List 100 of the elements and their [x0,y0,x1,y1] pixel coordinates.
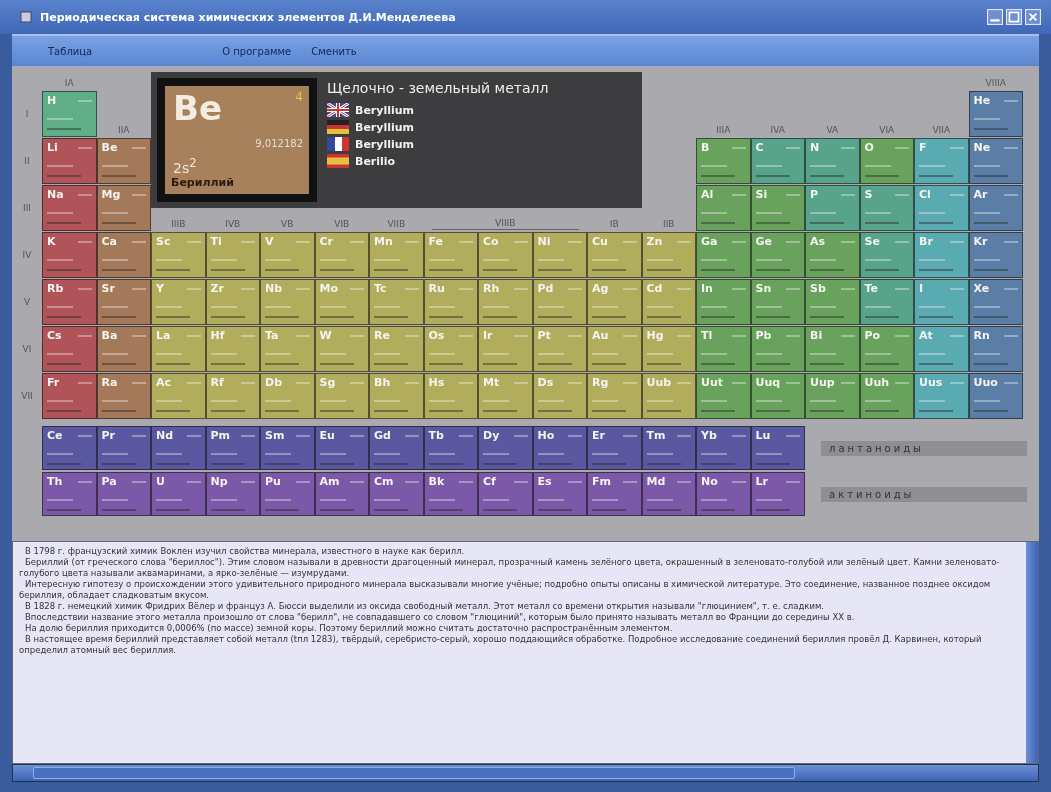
element-tile[interactable]: Au [587,326,642,372]
element-tile[interactable]: Lu [750,426,805,470]
minimize-icon[interactable] [987,9,1003,25]
element-tile[interactable]: Cs [42,326,97,372]
element-tile[interactable]: Re [369,326,424,372]
element-tile[interactable]: Rg [587,373,642,419]
element-tile[interactable]: Be [96,138,151,184]
element-tile[interactable]: V [260,232,315,278]
element-tile[interactable]: Te [859,279,914,325]
element-tile[interactable]: Cd [641,279,696,325]
element-tile[interactable]: Nd [151,426,206,470]
element-tile[interactable]: Mo [314,279,369,325]
element-tile[interactable]: Fm [587,472,642,516]
element-tile[interactable]: Ba [96,326,151,372]
element-tile[interactable]: Uup [805,373,860,419]
element-tile[interactable]: Ce [42,426,97,470]
element-tile[interactable]: Pr [96,426,151,470]
element-tile[interactable]: Li [42,138,97,184]
element-tile[interactable]: Sb [805,279,860,325]
element-tile[interactable]: Er [587,426,642,470]
element-tile[interactable]: Md [641,472,696,516]
element-tile[interactable]: Xe [968,279,1023,325]
element-tile[interactable]: Ac [151,373,206,419]
element-tile[interactable]: Tm [641,426,696,470]
element-tile[interactable]: No [696,472,751,516]
maximize-icon[interactable] [1006,9,1022,25]
element-tile[interactable]: Pb [750,326,805,372]
element-tile[interactable]: Cu [587,232,642,278]
element-tile[interactable]: Bk [423,472,478,516]
element-tile[interactable]: Zn [641,232,696,278]
element-tile[interactable]: Ta [260,326,315,372]
element-tile[interactable]: Np [205,472,260,516]
element-tile[interactable]: Ga [696,232,751,278]
element-tile[interactable]: Rf [205,373,260,419]
element-tile[interactable]: Sn [750,279,805,325]
element-tile[interactable]: Os [423,326,478,372]
menu-item[interactable]: О программе [212,43,302,59]
element-tile[interactable]: I [914,279,969,325]
element-tile[interactable]: Hs [423,373,478,419]
element-tile[interactable]: Rh [478,279,533,325]
element-tile[interactable]: Gd [369,426,424,470]
element-tile[interactable]: Se [859,232,914,278]
element-tile[interactable]: Hg [641,326,696,372]
element-tile[interactable]: Uus [914,373,969,419]
element-tile[interactable]: Pt [532,326,587,372]
close-icon[interactable] [1025,9,1041,25]
element-tile[interactable]: Ra [96,373,151,419]
element-tile[interactable]: Sm [260,426,315,470]
element-tile[interactable]: Uuh [859,373,914,419]
element-tile[interactable]: Th [42,472,97,516]
element-tile[interactable]: Ag [587,279,642,325]
element-tile[interactable]: Pm [205,426,260,470]
element-tile[interactable]: In [696,279,751,325]
element-tile[interactable]: Dy [478,426,533,470]
element-tile[interactable]: Eu [314,426,369,470]
element-tile[interactable]: Ca [96,232,151,278]
element-tile[interactable]: Db [260,373,315,419]
element-tile[interactable]: Uuq [750,373,805,419]
element-tile[interactable]: Cf [478,472,533,516]
element-tile[interactable]: Zr [205,279,260,325]
element-tile[interactable]: Ge [750,232,805,278]
element-tile[interactable]: W [314,326,369,372]
element-tile[interactable]: Kr [968,232,1023,278]
element-tile[interactable]: Bi [805,326,860,372]
element-tile[interactable]: Al [696,185,751,231]
element-tile[interactable]: Br [914,232,969,278]
element-tile[interactable]: Nb [260,279,315,325]
element-tile[interactable]: Tb [423,426,478,470]
element-tile[interactable]: C [750,138,805,184]
element-tile[interactable]: Pu [260,472,315,516]
menu-item[interactable]: Таблица [38,43,103,59]
element-tile[interactable]: Tc [369,279,424,325]
element-tile[interactable]: Si [750,185,805,231]
element-tile[interactable]: Na [42,185,97,231]
horizontal-scrollbar[interactable] [12,764,1039,782]
element-tile[interactable]: Mg [96,185,151,231]
element-tile[interactable]: Fr [42,373,97,419]
element-tile[interactable]: Bh [369,373,424,419]
element-tile[interactable]: H [42,91,97,137]
element-tile[interactable]: Uub [641,373,696,419]
element-tile[interactable]: N [805,138,860,184]
element-tile[interactable]: Sr [96,279,151,325]
element-tile[interactable]: Cl [914,185,969,231]
element-tile[interactable]: Pd [532,279,587,325]
element-tile[interactable]: Sg [314,373,369,419]
element-tile[interactable]: Pa [96,472,151,516]
element-tile[interactable]: Yb [696,426,751,470]
element-tile[interactable]: As [805,232,860,278]
menu-item[interactable]: Сменить [301,43,367,59]
element-tile[interactable]: La [151,326,206,372]
element-tile[interactable]: Rb [42,279,97,325]
element-tile[interactable]: Hf [205,326,260,372]
element-tile[interactable]: Cm [369,472,424,516]
element-tile[interactable]: Ti [205,232,260,278]
element-tile[interactable]: F [914,138,969,184]
element-tile[interactable]: S [859,185,914,231]
element-tile[interactable]: O [859,138,914,184]
element-tile[interactable]: U [151,472,206,516]
element-tile[interactable]: Es [532,472,587,516]
element-tile[interactable]: Mt [478,373,533,419]
